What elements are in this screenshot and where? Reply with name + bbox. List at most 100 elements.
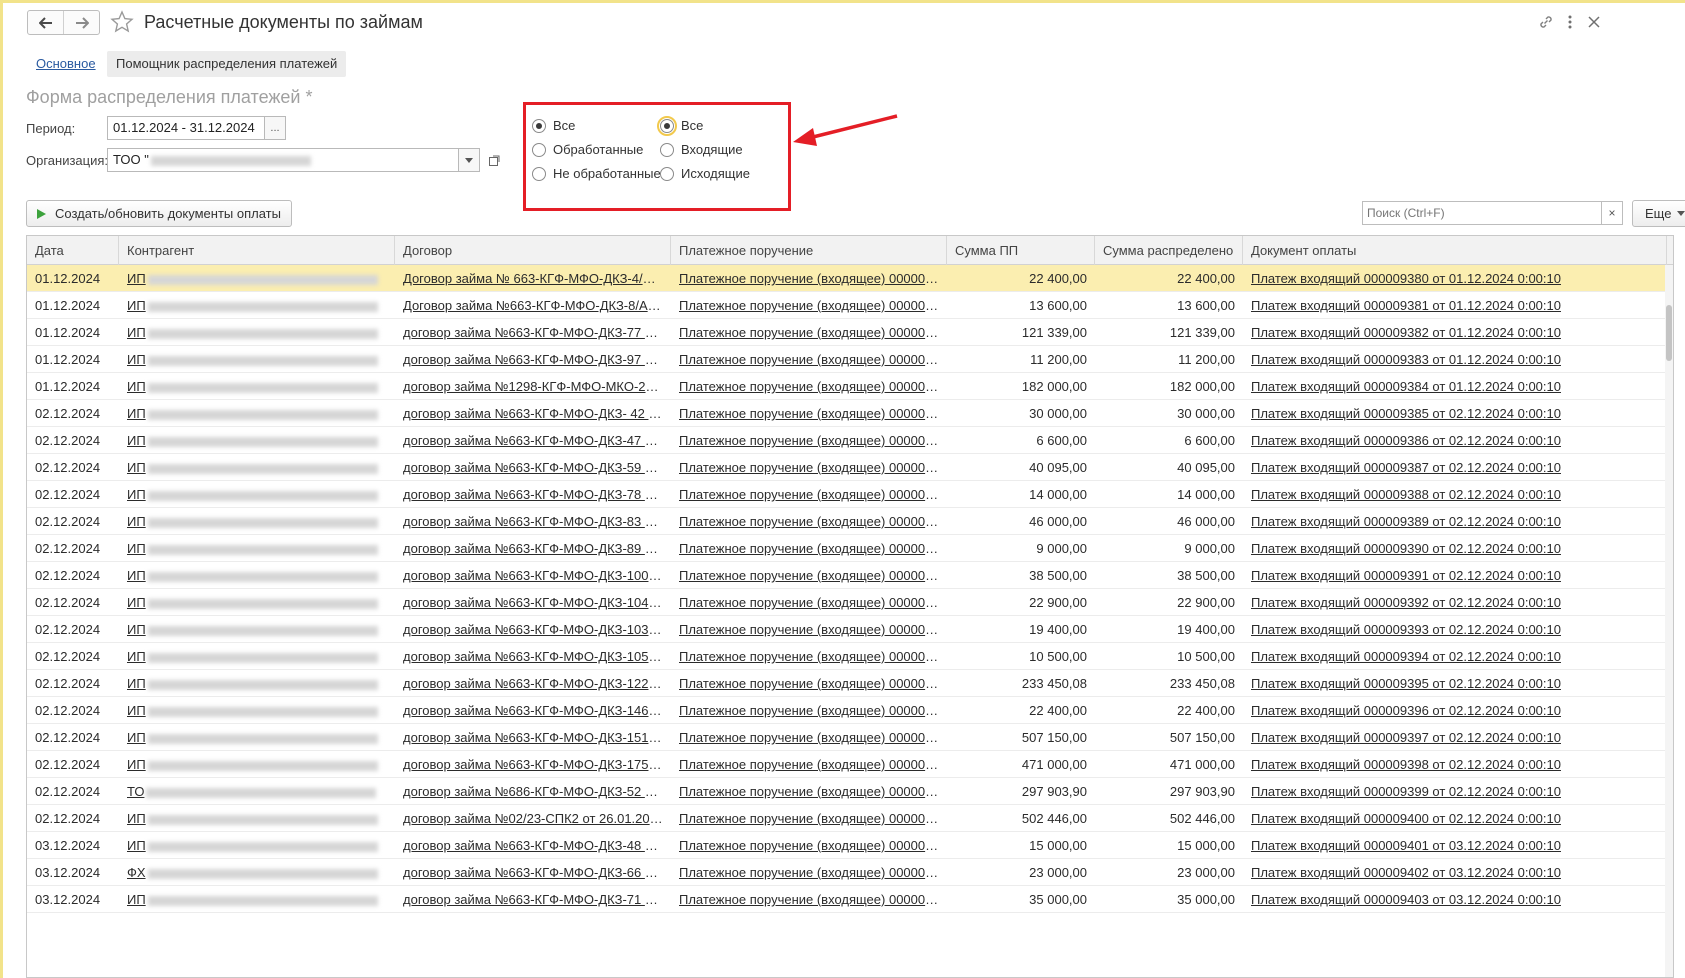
cell-payment-order-link[interactable]: Платежное поручение (входящее) 0000000..… <box>671 373 947 400</box>
cell-counterparty[interactable]: ИП <box>119 481 395 508</box>
column-header-sum-distributed[interactable]: Сумма распределено <box>1095 236 1243 265</box>
cell-payment-order-link[interactable]: Платежное поручение (входящее) 0000000..… <box>671 427 947 454</box>
section-helper-tab[interactable]: Помощник распределения платежей <box>107 51 347 77</box>
scrollbar-thumb[interactable] <box>1666 305 1672 361</box>
more-vertical-icon[interactable] <box>1560 12 1580 32</box>
cell-payment-document-link[interactable]: Платеж входящий 000009389 от 02.12.2024 … <box>1243 508 1667 535</box>
cell-payment-document-link[interactable]: Платеж входящий 000009403 от 03.12.2024 … <box>1243 886 1667 913</box>
table-row[interactable]: 02.12.2024 ИП договор займа №663-КГФ-МФО-Д… <box>27 400 1673 427</box>
column-header-date[interactable]: Дата <box>27 236 119 265</box>
cell-payment-order-link[interactable]: Платежное поручение (входящее) 0000000..… <box>671 319 947 346</box>
cell-contract-link[interactable]: договор займа №663-КГФ-МФО-ДКЗ-103 от... <box>395 616 671 643</box>
cell-counterparty[interactable]: ИП <box>119 400 395 427</box>
organization-open-button[interactable] <box>483 148 505 172</box>
cell-counterparty[interactable]: ИП <box>119 265 395 292</box>
cell-contract-link[interactable]: Договор займа №663-КГФ-МФО-ДКЗ-8/АККОЛЬ … <box>395 292 671 319</box>
cell-contract-link[interactable]: договор займа №663-КГФ-МФО-ДКЗ-77 от ... <box>395 319 671 346</box>
create-update-payments-button[interactable]: Создать/обновить документы оплаты <box>26 200 292 227</box>
favorite-star-icon[interactable] <box>110 10 134 34</box>
cell-counterparty[interactable]: ИП <box>119 508 395 535</box>
back-button[interactable] <box>28 11 64 34</box>
period-field[interactable]: 01.12.2024 - 31.12.2024 <box>107 116 265 140</box>
table-row[interactable]: 02.12.2024 ИП договор займа №663-КГФ-МФО-Д… <box>27 697 1673 724</box>
radio-status-processed[interactable]: Обработанные <box>532 142 643 157</box>
column-header-contract[interactable]: Договор <box>395 236 671 265</box>
cell-contract-link[interactable]: договор займа №663-КГФ-МФО-ДКЗ-97 от ... <box>395 346 671 373</box>
cell-payment-document-link[interactable]: Платеж входящий 000009398 от 02.12.2024 … <box>1243 751 1667 778</box>
cell-counterparty[interactable]: ИП <box>119 427 395 454</box>
cell-payment-order-link[interactable]: Платежное поручение (входящее) 0000000..… <box>671 859 947 886</box>
cell-counterparty[interactable]: ИП <box>119 751 395 778</box>
cell-payment-document-link[interactable]: Платеж входящий 000009390 от 02.12.2024 … <box>1243 535 1667 562</box>
table-row[interactable]: 01.12.2024 ИП договор займа №663-КГФ-МФО-Д… <box>27 346 1673 373</box>
cell-payment-document-link[interactable]: Платеж входящий 000009383 от 01.12.2024 … <box>1243 346 1667 373</box>
cell-contract-link[interactable]: договор займа №663-КГФ-МФО-ДКЗ-59 от ... <box>395 454 671 481</box>
cell-payment-document-link[interactable]: Платеж входящий 000009395 от 02.12.2024 … <box>1243 670 1667 697</box>
cell-payment-document-link[interactable]: Платеж входящий 000009387 от 02.12.2024 … <box>1243 454 1667 481</box>
cell-counterparty[interactable]: ИП <box>119 805 395 832</box>
cell-payment-order-link[interactable]: Платежное поручение (входящее) 0000000..… <box>671 778 947 805</box>
table-row[interactable]: 02.12.2024 ИП договор займа №663-КГФ-МФО-Д… <box>27 643 1673 670</box>
table-row[interactable]: 03.12.2024 ФХ договор займа №663-КГФ-МФО-Д… <box>27 859 1673 886</box>
cell-payment-document-link[interactable]: Платеж входящий 000009380 от 01.12.2024 … <box>1243 265 1667 292</box>
cell-counterparty[interactable]: ИП <box>119 724 395 751</box>
column-header-payment-document[interactable]: Документ оплаты <box>1243 236 1667 265</box>
cell-payment-order-link[interactable]: Платежное поручение (входящее) 0000000..… <box>671 751 947 778</box>
column-header-sum-pp[interactable]: Сумма ПП <box>947 236 1095 265</box>
cell-counterparty[interactable]: ИП <box>119 832 395 859</box>
cell-payment-order-link[interactable]: Платежное поручение (входящее) 0000000..… <box>671 400 947 427</box>
cell-contract-link[interactable]: Договор займа № 663-КГФ-МФО-ДКЗ-4/АККОЛЬ… <box>395 265 671 292</box>
cell-contract-link[interactable]: договор займа №663-КГФ-МФО-ДКЗ-83 от ... <box>395 508 671 535</box>
cell-payment-order-link[interactable]: Платежное поручение (входящее) 0000000..… <box>671 643 947 670</box>
radio-direction-incoming[interactable]: Входящие <box>660 142 743 157</box>
radio-status-all[interactable]: Все <box>532 118 575 133</box>
cell-payment-order-link[interactable]: Платежное поручение (входящее) 0000000..… <box>671 562 947 589</box>
radio-direction-outgoing[interactable]: Исходящие <box>660 166 750 181</box>
cell-payment-document-link[interactable]: Платеж входящий 000009388 от 02.12.2024 … <box>1243 481 1667 508</box>
cell-payment-order-link[interactable]: Платежное поручение (входящее) 0000000..… <box>671 616 947 643</box>
cell-counterparty[interactable]: ИП <box>119 670 395 697</box>
table-row[interactable]: 02.12.2024 ИП договор займа №663-КГФ-МФО-Д… <box>27 427 1673 454</box>
close-icon[interactable] <box>1584 12 1604 32</box>
cell-contract-link[interactable]: договор займа №663-КГФ-МФО-ДКЗ-48 от ... <box>395 832 671 859</box>
cell-contract-link[interactable]: договор займа №663-КГФ-МФО-ДКЗ- 42 от ..… <box>395 400 671 427</box>
forward-button[interactable] <box>64 11 99 34</box>
column-header-counterparty[interactable]: Контрагент <box>119 236 395 265</box>
cell-payment-document-link[interactable]: Платеж входящий 000009391 от 02.12.2024 … <box>1243 562 1667 589</box>
cell-payment-order-link[interactable]: Платежное поручение (входящее) 0000000..… <box>671 265 947 292</box>
cell-payment-document-link[interactable]: Платеж входящий 000009400 от 02.12.2024 … <box>1243 805 1667 832</box>
cell-payment-order-link[interactable]: Платежное поручение (входящее) 0000000..… <box>671 724 947 751</box>
cell-contract-link[interactable]: договор займа №02/23-СПК2 от 26.01.2023 <box>395 805 671 832</box>
cell-payment-order-link[interactable]: Платежное поручение (входящее) 0000000..… <box>671 535 947 562</box>
organization-field[interactable]: ТОО " <box>107 148 459 172</box>
table-row[interactable]: 03.12.2024 ИП договор займа №663-КГФ-МФО-Д… <box>27 832 1673 859</box>
cell-counterparty[interactable]: ИП <box>119 346 395 373</box>
table-row[interactable]: 02.12.2024 ИП договор займа №663-КГФ-МФО-Д… <box>27 724 1673 751</box>
table-row[interactable]: 02.12.2024 ИП договор займа №663-КГФ-МФО-Д… <box>27 589 1673 616</box>
cell-payment-order-link[interactable]: Платежное поручение (входящее) 0000000..… <box>671 346 947 373</box>
cell-counterparty[interactable]: ИП <box>119 886 395 913</box>
cell-payment-document-link[interactable]: Платеж входящий 000009393 от 02.12.2024 … <box>1243 616 1667 643</box>
cell-counterparty[interactable]: ИП <box>119 616 395 643</box>
cell-payment-order-link[interactable]: Платежное поручение (входящее) 0000000..… <box>671 805 947 832</box>
table-row[interactable]: 01.12.2024 ИП договор займа №663-КГФ-МФО-Д… <box>27 319 1673 346</box>
cell-payment-document-link[interactable]: Платеж входящий 000009392 от 02.12.2024 … <box>1243 589 1667 616</box>
cell-contract-link[interactable]: договор займа №686-КГФ-МФО-ДКЗ-52 от ... <box>395 778 671 805</box>
cell-payment-order-link[interactable]: Платежное поручение (входящее) 0000000..… <box>671 481 947 508</box>
vertical-scrollbar[interactable] <box>1665 265 1673 977</box>
link-icon[interactable] <box>1536 12 1556 32</box>
table-row[interactable]: 01.12.2024 ИП Договор займа № 663-КГФ-МФО-… <box>27 265 1673 292</box>
cell-payment-order-link[interactable]: Платежное поручение (входящее) 0000000..… <box>671 589 947 616</box>
cell-contract-link[interactable]: договор займа №663-КГФ-МФО-ДКЗ-146 от... <box>395 697 671 724</box>
cell-contract-link[interactable]: договор займа №663-КГФ-МФО-ДКЗ-100 от... <box>395 562 671 589</box>
cell-contract-link[interactable]: договор займа №663-КГФ-МФО-ДКЗ-122 от... <box>395 670 671 697</box>
cell-counterparty[interactable]: ИП <box>119 292 395 319</box>
cell-payment-order-link[interactable]: Платежное поручение (входящее) 0000000..… <box>671 832 947 859</box>
cell-counterparty[interactable]: ТО <box>119 778 395 805</box>
cell-payment-document-link[interactable]: Платеж входящий 000009386 от 02.12.2024 … <box>1243 427 1667 454</box>
table-row[interactable]: 02.12.2024 ИП договор займа №663-КГФ-МФО-Д… <box>27 535 1673 562</box>
cell-counterparty[interactable]: ФХ <box>119 859 395 886</box>
table-row[interactable]: 03.12.2024 ИП договор займа №663-КГФ-МФО-Д… <box>27 886 1673 913</box>
table-row[interactable]: 01.12.2024 ИП договор займа №1298-КГФ-МФО-… <box>27 373 1673 400</box>
cell-payment-order-link[interactable]: Платежное поручение (входящее) 0000000..… <box>671 697 947 724</box>
